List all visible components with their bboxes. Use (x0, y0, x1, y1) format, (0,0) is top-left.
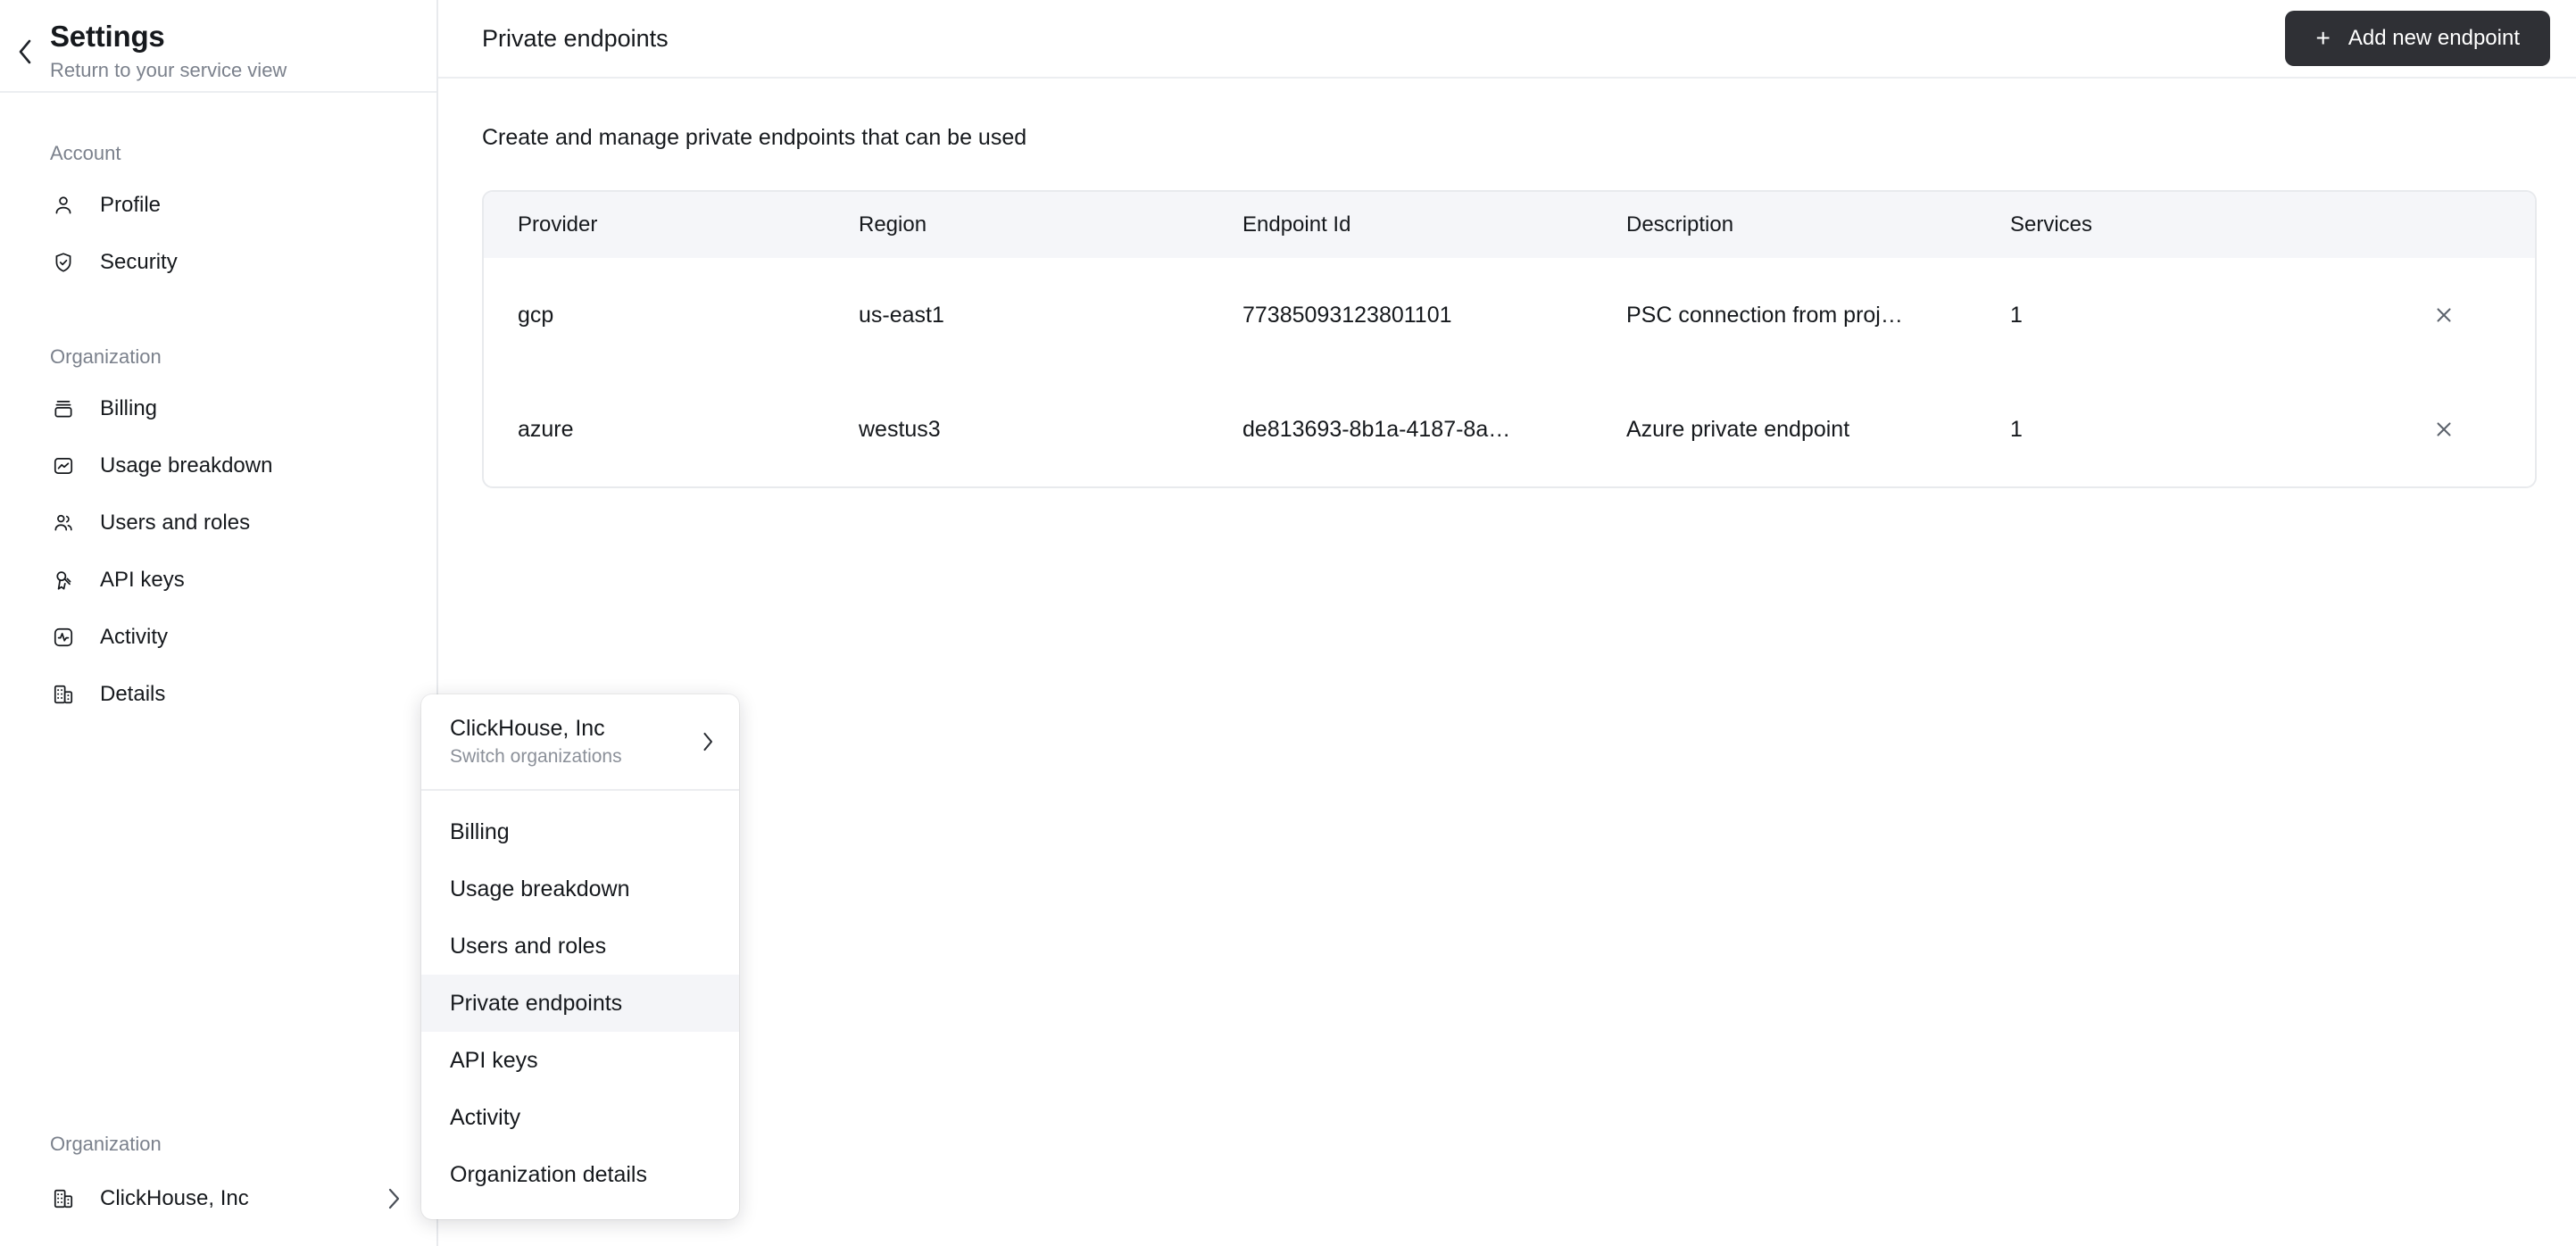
sidebar-item-details[interactable]: Details (0, 666, 436, 723)
shield-check-icon (50, 249, 77, 276)
cell-region: westus3 (859, 417, 941, 442)
users-icon (50, 510, 77, 536)
cell-description: Azure private endpoint (1626, 417, 1850, 442)
endpoints-table-card: Provider Region Endpoint Id Description … (482, 190, 2537, 488)
chevron-left-icon (15, 37, 35, 71)
sidebar: Settings Return to your service view Acc… (0, 0, 438, 1246)
sidebar-title-block: Settings Return to your service view (50, 16, 287, 84)
organization-switcher-button[interactable]: ClickHouse, Inc (0, 1169, 436, 1228)
settings-page: Settings Return to your service view Acc… (0, 0, 2576, 1246)
sidebar-section-organization-label: Organization (50, 345, 162, 368)
page-title-settings: Settings (50, 20, 165, 53)
user-icon (50, 192, 77, 219)
page-description: Create and manage private endpoints that… (482, 125, 1027, 150)
close-icon[interactable] (2424, 410, 2464, 449)
building-icon (50, 681, 77, 708)
cell-provider: azure (518, 417, 574, 442)
add-new-endpoint-label: Add new endpoint (2347, 26, 2520, 50)
sidebar-item-label: Details (100, 682, 166, 706)
main-body: Create and manage private endpoints that… (438, 79, 2576, 488)
table-row[interactable]: gcp us-east1 77385093123801101 PSC conne… (484, 258, 2535, 372)
plus-icon: + (2315, 24, 2331, 52)
cell-actions (2349, 372, 2535, 486)
chevron-right-icon (700, 730, 716, 753)
sidebar-item-label: Billing (100, 396, 158, 420)
return-to-service-link[interactable]: Return to your service view (50, 57, 287, 84)
sidebar-item-users-and-roles[interactable]: Users and roles (0, 494, 436, 552)
column-header-description: Description (1626, 192, 2010, 258)
organization-menu-popup: ClickHouse, Inc Switch organizations Bil… (421, 694, 739, 1219)
cell-endpoint-id: de813693-8b1a-4187-8a… (1242, 417, 1511, 442)
add-new-endpoint-button[interactable]: + Add new endpoint (2285, 11, 2550, 66)
close-icon[interactable] (2424, 295, 2464, 335)
sidebar-item-billing[interactable]: Billing (0, 380, 436, 437)
chart-square-icon (50, 453, 77, 479)
popup-org-name: ClickHouse, Inc (450, 716, 605, 741)
popup-item-organization-details[interactable]: Organization details (421, 1146, 739, 1203)
sidebar-item-label: Usage breakdown (100, 453, 273, 478)
sidebar-item-security[interactable]: Security (0, 234, 436, 291)
column-header-services: Services (2010, 192, 2349, 258)
column-header-provider: Provider (484, 192, 859, 258)
back-button[interactable] (0, 16, 50, 71)
organization-name: ClickHouse, Inc (100, 1186, 249, 1210)
sidebar-item-label: Profile (100, 193, 162, 217)
sidebar-header: Settings Return to your service view (0, 0, 436, 93)
sidebar-section-account-label: Account (50, 142, 121, 164)
page-title: Private endpoints (482, 25, 669, 52)
cell-region: us-east1 (859, 303, 944, 328)
popup-switch-organizations[interactable]: ClickHouse, Inc Switch organizations (421, 694, 739, 791)
endpoints-table: Provider Region Endpoint Id Description … (484, 192, 2535, 486)
main-header: Private endpoints + Add new endpoint (438, 0, 2576, 79)
popup-item-api-keys[interactable]: API keys (421, 1032, 739, 1089)
popup-item-activity[interactable]: Activity (421, 1089, 739, 1146)
sidebar-item-activity[interactable]: Activity (0, 609, 436, 666)
cell-services: 1 (2010, 303, 2023, 328)
table-header-row: Provider Region Endpoint Id Description … (484, 192, 2535, 258)
popup-org-texts: ClickHouse, Inc Switch organizations (450, 714, 700, 769)
table-row[interactable]: azure westus3 de813693-8b1a-4187-8a… Azu… (484, 372, 2535, 486)
popup-item-users-and-roles[interactable]: Users and roles (421, 918, 739, 975)
cell-description: PSC connection from proj… (1626, 303, 1903, 328)
cell-endpoint-id: 77385093123801101 (1242, 303, 1452, 328)
chevron-right-icon (385, 1186, 403, 1211)
building-icon (50, 1185, 77, 1212)
column-header-actions (2349, 192, 2535, 258)
sidebar-item-label: Activity (100, 625, 169, 649)
sidebar-item-api-keys[interactable]: API keys (0, 552, 436, 609)
sidebar-footer-label: Organization (50, 1133, 162, 1155)
cell-provider: gcp (518, 303, 554, 328)
popup-item-billing[interactable]: Billing (421, 803, 739, 860)
table-body: gcp us-east1 77385093123801101 PSC conne… (484, 258, 2535, 486)
sidebar-item-profile[interactable]: Profile (0, 177, 436, 234)
activity-square-icon (50, 624, 77, 651)
sidebar-item-label: Users and roles (100, 511, 251, 535)
popup-item-private-endpoints[interactable]: Private endpoints (421, 975, 739, 1032)
sidebar-group-organization: Billing Usage breakdown Users and roles … (0, 380, 436, 723)
column-header-region: Region (859, 192, 1242, 258)
cell-actions (2349, 258, 2535, 372)
key-icon (50, 567, 77, 594)
main-content: Private endpoints + Add new endpoint Cre… (438, 0, 2576, 1246)
sidebar-item-usage-breakdown[interactable]: Usage breakdown (0, 437, 436, 494)
billing-icon (50, 395, 77, 422)
popup-item-usage-breakdown[interactable]: Usage breakdown (421, 860, 739, 918)
sidebar-item-label: Security (100, 250, 178, 274)
sidebar-footer: Organization ClickHouse, Inc (0, 1132, 436, 1246)
column-header-endpoint-id: Endpoint Id (1242, 192, 1626, 258)
popup-menu-list: Billing Usage breakdown Users and roles … (421, 791, 739, 1219)
sidebar-group-account: Profile Security (0, 177, 436, 291)
sidebar-item-label: API keys (100, 568, 185, 592)
popup-org-subtitle: Switch organizations (450, 746, 622, 767)
cell-services: 1 (2010, 417, 2023, 442)
table-header: Provider Region Endpoint Id Description … (484, 192, 2535, 258)
